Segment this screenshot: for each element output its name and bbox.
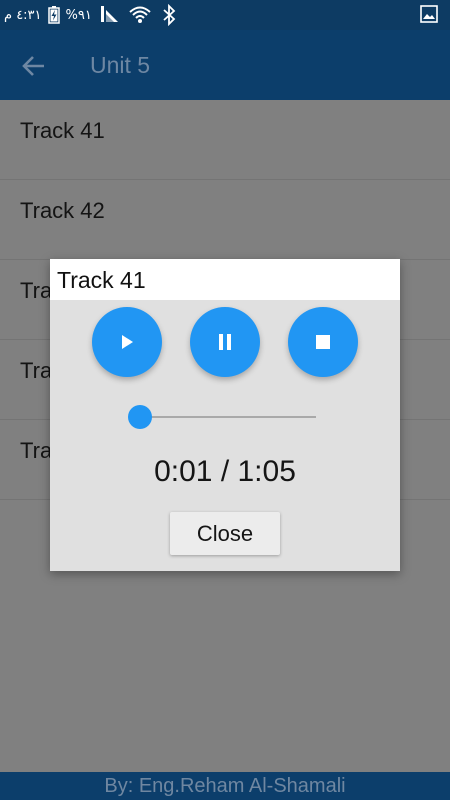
signal-icon bbox=[101, 6, 118, 22]
play-button[interactable] bbox=[92, 307, 162, 377]
play-icon bbox=[122, 335, 133, 349]
status-time: ٤:٣١ م bbox=[4, 7, 42, 23]
stop-button[interactable] bbox=[288, 307, 358, 377]
status-left-group: ٤:٣١ م %٩١ bbox=[4, 6, 92, 24]
seek-bar[interactable] bbox=[125, 405, 317, 429]
list-item[interactable]: Track 42 bbox=[0, 180, 450, 260]
time-display: 0:01 / 1:05 bbox=[154, 455, 296, 488]
close-button[interactable]: Close bbox=[170, 512, 280, 555]
seek-thumb[interactable] bbox=[127, 405, 152, 429]
list-item-label: Track 41 bbox=[20, 118, 105, 143]
dialog-title: Track 41 bbox=[50, 259, 400, 300]
stop-icon bbox=[316, 335, 330, 349]
pause-icon bbox=[219, 334, 231, 350]
list-item-label: Tra bbox=[20, 358, 53, 383]
wifi-icon bbox=[129, 6, 151, 23]
pause-button[interactable] bbox=[190, 307, 260, 377]
footer-credit: By: Eng.Reham Al-Shamali bbox=[0, 772, 450, 800]
bluetooth-icon bbox=[163, 4, 176, 26]
media-controls bbox=[92, 307, 358, 377]
app-bar: Unit 5 bbox=[0, 30, 450, 100]
battery-charging-icon bbox=[47, 6, 60, 24]
list-item-label: Track 42 bbox=[20, 198, 105, 223]
page-title: Unit 5 bbox=[90, 52, 151, 78]
seek-track bbox=[137, 416, 316, 418]
battery-percent: %٩١ bbox=[65, 7, 92, 23]
list-item-label: Tra bbox=[20, 278, 53, 303]
status-bar: ٤:٣١ م %٩١ bbox=[0, 0, 450, 30]
media-player-dialog: Track 41 0:01 / 1:05 Close bbox=[50, 259, 400, 571]
list-item[interactable]: Track 41 bbox=[0, 100, 450, 180]
arrow-left-icon[interactable] bbox=[20, 52, 48, 80]
gallery-icon bbox=[420, 5, 438, 23]
list-item-label: Tra bbox=[20, 438, 53, 463]
